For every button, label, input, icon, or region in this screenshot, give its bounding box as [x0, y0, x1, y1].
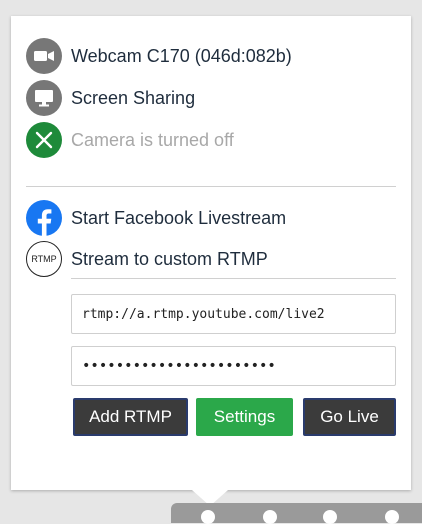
camera-status-label: Camera is turned off [71, 129, 234, 150]
webcam-option[interactable]: Webcam C170 (046d:082b) [26, 38, 292, 74]
rtmp-icon-text: RTMP [31, 254, 57, 264]
video-camera-icon [26, 38, 62, 74]
rtmp-divider [71, 278, 396, 279]
section-divider [26, 186, 396, 187]
facebook-livestream-label: Start Facebook Livestream [71, 207, 287, 228]
rtmp-url-value: rtmp://a.rtmp.youtube.com/live2 [82, 306, 325, 322]
screen-sharing-option[interactable]: Screen Sharing [26, 80, 195, 116]
bottom-toolbar [171, 503, 422, 524]
close-icon [26, 122, 62, 158]
add-rtmp-button[interactable]: Add RTMP [73, 398, 188, 436]
toolbar-button[interactable] [323, 510, 337, 524]
camera-off-option[interactable]: Camera is turned off [26, 122, 234, 158]
screen-sharing-label: Screen Sharing [71, 87, 196, 108]
rtmp-icon: RTMP [26, 241, 62, 277]
monitor-icon [26, 80, 62, 116]
toolbar-button[interactable] [201, 510, 215, 524]
stream-key-input[interactable]: ••••••••••••••••••••••• [71, 346, 396, 386]
custom-rtmp-option[interactable]: RTMP Stream to custom RTMP [26, 241, 268, 277]
stream-key-value: ••••••••••••••••••••••• [82, 358, 276, 374]
webcam-label: Webcam C170 (046d:082b) [71, 45, 292, 66]
settings-button[interactable]: Settings [196, 398, 293, 436]
custom-rtmp-label: Stream to custom RTMP [71, 248, 268, 269]
go-live-button[interactable]: Go Live [303, 398, 396, 436]
facebook-icon [26, 200, 62, 236]
facebook-livestream-option[interactable]: Start Facebook Livestream [26, 200, 286, 236]
toolbar-button[interactable] [263, 510, 277, 524]
rtmp-url-input[interactable]: rtmp://a.rtmp.youtube.com/live2 [71, 294, 396, 334]
toolbar-button[interactable] [385, 510, 399, 524]
